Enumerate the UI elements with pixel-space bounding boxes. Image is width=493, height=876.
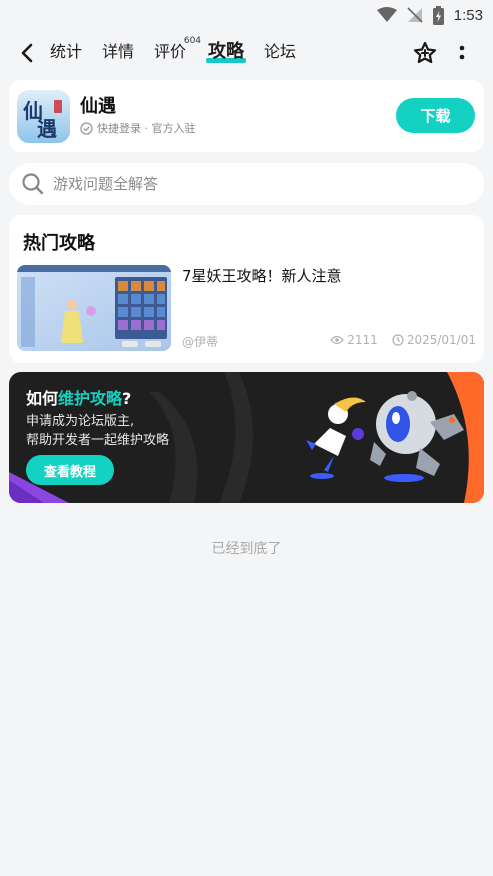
banner-line-1: 申请成为论坛版主,	[26, 414, 135, 429]
review-count-badge: 604	[183, 36, 202, 46]
game-subtitle: 快捷登录 · 官方入驻	[80, 120, 196, 136]
article-views-count: 2111	[347, 333, 378, 347]
tab-guides[interactable]: 攻略	[206, 30, 247, 74]
game-subtitle-text: 快捷登录 · 官方入驻	[97, 122, 196, 135]
no-signal-icon	[407, 7, 423, 23]
end-of-list-text: 已经到底了	[211, 541, 282, 557]
clock-icon	[392, 334, 404, 346]
game-icon: 仙 遇	[17, 90, 70, 143]
nav-bar: 统计 详情 评价 604 攻略 论坛	[0, 30, 493, 74]
mascot-illustration	[306, 391, 464, 482]
view-tutorial-button[interactable]: 查看教程	[26, 455, 114, 485]
back-arrow-icon[interactable]	[16, 41, 40, 65]
article-date: 2025/01/01	[392, 333, 476, 347]
moderator-banner[interactable]: 如何维护攻略? 申请成为论坛版主, 帮助开发者一起维护攻略 查看教程	[9, 372, 484, 503]
battery-charging-icon	[432, 5, 444, 25]
banner-title-prefix: 如何	[26, 389, 59, 408]
banner-title-highlight: 维护攻略	[58, 389, 123, 408]
article-title[interactable]: 7星妖王攻略！新人注意	[182, 265, 342, 286]
article-author[interactable]: @伊蒂	[182, 333, 218, 350]
game-name: 仙遇	[80, 96, 116, 117]
game-icon-logo-char-2: 遇	[37, 117, 57, 141]
article-meta: 2111 2025/01/01	[316, 333, 476, 347]
banner-line-2: 帮助开发者一起维护攻略	[26, 433, 170, 448]
download-button[interactable]: 下载	[396, 98, 475, 133]
tab-reviews-label: 评价	[154, 42, 187, 61]
status-time: 1:53	[453, 6, 483, 24]
more-options-icon[interactable]	[452, 40, 472, 66]
banner-title: 如何维护攻略?	[26, 385, 131, 409]
tab-forum[interactable]: 论坛	[264, 30, 296, 74]
eye-icon	[330, 335, 345, 345]
hot-guides-card: 热门攻略 7星妖王攻略！新人注意 @伊蒂 2111 2025/01/01	[9, 215, 484, 363]
status-bar: 1:53	[0, 0, 493, 30]
tab-stats[interactable]: 统计	[50, 30, 82, 74]
banner-title-suffix: ?	[122, 389, 132, 408]
tab-reviews[interactable]: 评价 604	[154, 30, 201, 74]
game-card[interactable]: 仙 遇 仙遇 快捷登录 · 官方入驻 下载	[9, 80, 484, 152]
verified-check-icon	[80, 121, 93, 135]
article-date-text: 2025/01/01	[406, 333, 476, 347]
tab-bar: 统计 详情 评价 604 攻略 论坛	[50, 30, 316, 74]
wifi-icon	[376, 7, 397, 22]
article-views: 2111	[330, 333, 378, 347]
search-icon	[22, 173, 44, 195]
status-icons: 1:53	[376, 4, 483, 26]
search-placeholder: 游戏问题全解答	[53, 175, 159, 193]
hot-guides-title: 热门攻略	[23, 233, 95, 254]
favorite-star-icon[interactable]	[412, 40, 438, 66]
tab-details[interactable]: 详情	[102, 30, 134, 74]
search-bar[interactable]: 游戏问题全解答	[9, 163, 484, 205]
article-thumbnail[interactable]	[17, 265, 171, 351]
